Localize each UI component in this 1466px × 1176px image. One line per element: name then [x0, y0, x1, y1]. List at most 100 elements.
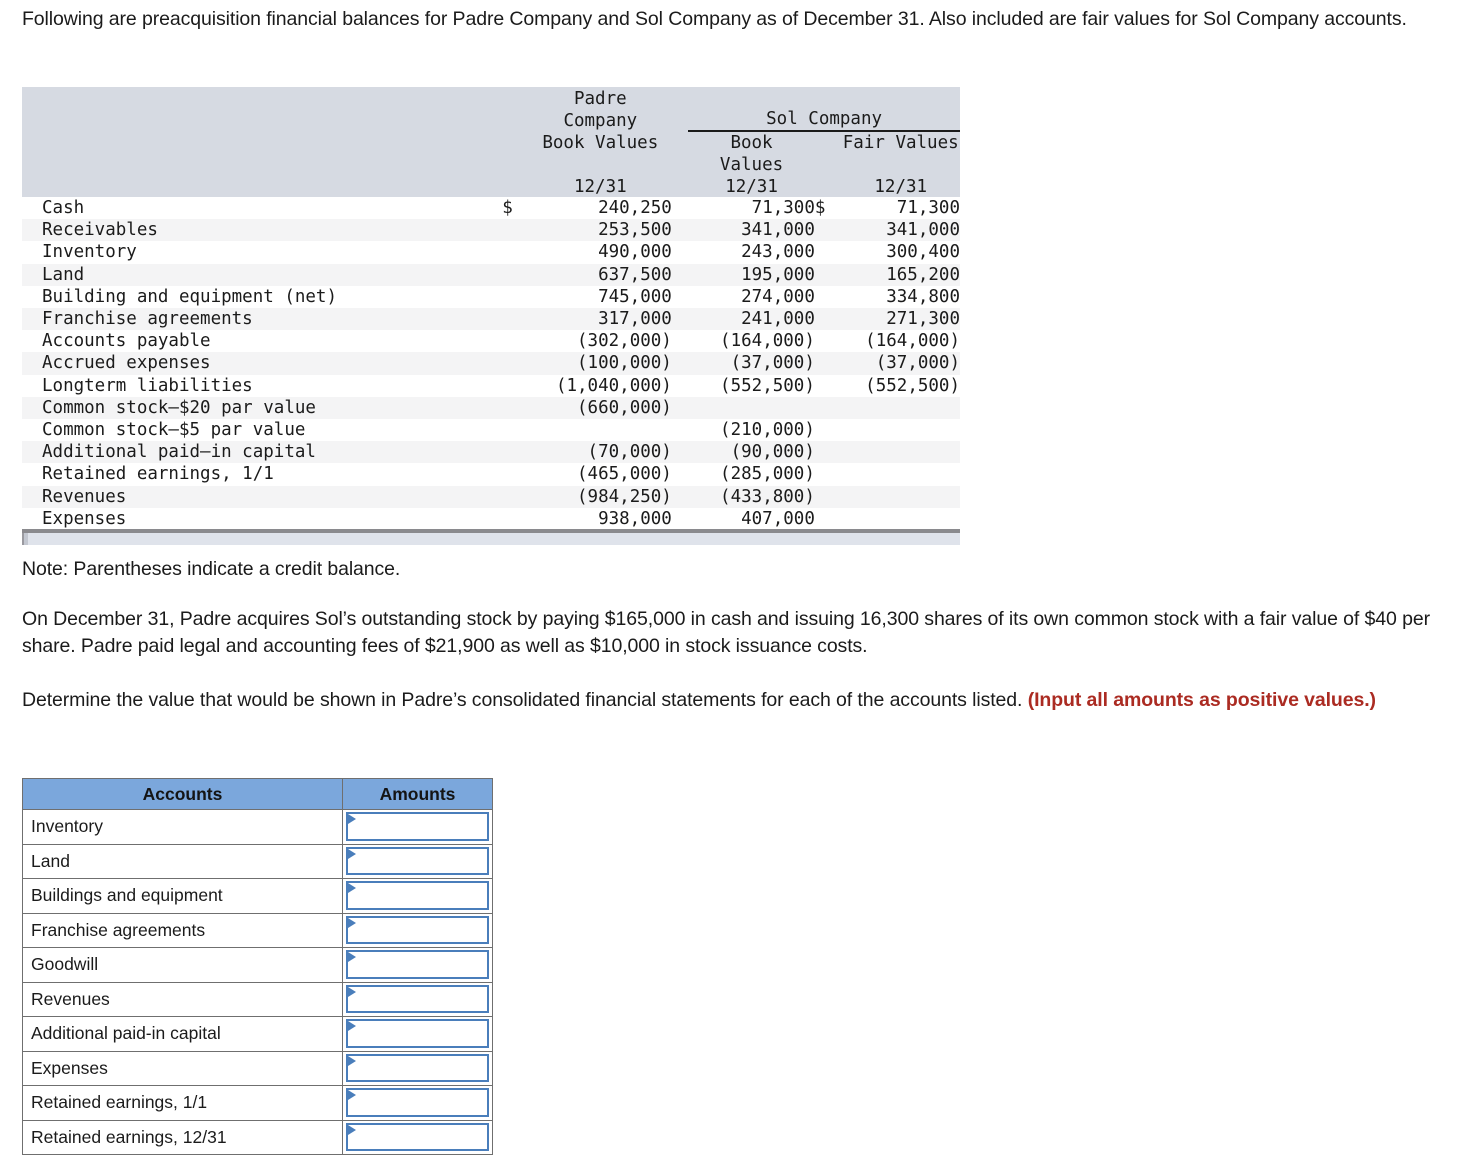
- row-padre-book-value: 637,500: [528, 263, 672, 286]
- row-currency-symbol-padre: [502, 285, 529, 309]
- answer-table-body: Inventory Land Buildings and equipment Fran…: [22, 809, 493, 1155]
- financial-table-row: Land 637,500 195,000 165,200: [22, 263, 960, 286]
- row-currency-symbol-sol: $: [814, 197, 842, 220]
- answer-table-row: Retained earnings, 12/31: [22, 1119, 493, 1155]
- instruction-text: Determine the value that would be shown …: [22, 689, 1028, 711]
- answer-amount-cell[interactable]: [342, 878, 493, 914]
- row-gap: [671, 219, 689, 242]
- row-sol-book-value: 243,000: [688, 241, 815, 264]
- header-blank-cell-4: [22, 153, 503, 175]
- header-blank-sol-2: [841, 87, 960, 109]
- row-padre-book-value: 240,250: [528, 197, 672, 220]
- row-gap: [671, 463, 689, 486]
- row-currency-symbol-sol: [814, 330, 842, 353]
- amount-input[interactable]: [346, 812, 489, 841]
- row-currency-symbol-sol: [814, 419, 842, 442]
- row-sol-book-value: (285,000): [688, 463, 815, 486]
- row-account-label: Revenues: [22, 485, 503, 508]
- instruction-emphasis: (Input all amounts as positive values.): [1027, 689, 1376, 711]
- row-currency-symbol-sol: [814, 485, 842, 508]
- row-padre-book-value: 317,000: [528, 308, 672, 331]
- header-blank-currency-2: [814, 87, 842, 109]
- row-padre-book-value: (984,250): [528, 485, 672, 508]
- row-padre-book-value: 253,500: [528, 219, 672, 242]
- row-account-label: Accrued expenses: [22, 352, 503, 375]
- row-account-label: Additional paid–in capital: [22, 441, 503, 464]
- row-sol-book-value: 195,000: [688, 263, 815, 286]
- amount-input[interactable]: [346, 1122, 489, 1151]
- header-gap-2: [671, 109, 689, 131]
- answer-account-label: Retained earnings, 1/1: [22, 1085, 343, 1121]
- header-gap-5: [671, 175, 689, 197]
- answer-table-row: Land: [22, 843, 493, 879]
- amount-input[interactable]: [346, 1088, 489, 1117]
- amount-input[interactable]: [346, 1019, 489, 1048]
- answer-amount-cell[interactable]: [342, 1085, 493, 1121]
- answer-amount-cell[interactable]: [342, 1119, 493, 1155]
- row-sol-book-value: (164,000): [688, 330, 815, 353]
- header-padre-book-values: Book Values: [528, 131, 672, 153]
- header-padre-line2: Company: [528, 109, 672, 131]
- row-sol-book-value: 71,300: [688, 197, 815, 220]
- amount-input[interactable]: [346, 1053, 489, 1082]
- row-currency-symbol-padre: [502, 263, 529, 286]
- header-blank-currency-3: [502, 109, 529, 131]
- header-blank-currency-5: [814, 131, 842, 153]
- row-padre-book-value: 938,000: [528, 507, 672, 531]
- answer-amount-cell[interactable]: [342, 1016, 493, 1052]
- dropdown-marker-icon: [348, 1021, 356, 1031]
- answer-amount-cell[interactable]: [342, 809, 493, 845]
- answer-amount-cell[interactable]: [342, 947, 493, 983]
- header-date-sol-book: 12/31: [688, 175, 815, 197]
- answer-amount-cell[interactable]: [342, 981, 493, 1017]
- row-padre-book-value: [528, 419, 672, 442]
- row-currency-symbol-sol: [814, 352, 842, 375]
- row-account-label: Land: [22, 263, 503, 286]
- amount-input[interactable]: [346, 984, 489, 1013]
- header-blank-cell-2: [22, 109, 503, 131]
- amount-input[interactable]: [346, 846, 489, 875]
- row-currency-symbol-sol: [814, 507, 842, 531]
- scrollbar-thumb[interactable]: [22, 533, 28, 545]
- row-account-label: Longterm liabilities: [22, 374, 503, 397]
- dropdown-marker-icon: [348, 883, 356, 893]
- header-blank-cell-5: [22, 175, 503, 197]
- row-account-label: Accounts payable: [22, 330, 503, 353]
- header-sol-book-line2: Values: [688, 153, 815, 175]
- answer-table-container: Accounts Amounts Inventory Land Buildings …: [22, 778, 493, 1155]
- amount-input[interactable]: [346, 881, 489, 910]
- row-sol-fair-value: 71,300: [841, 197, 960, 220]
- answer-account-label: Inventory: [22, 809, 343, 845]
- row-gap: [671, 441, 689, 464]
- row-padre-book-value: (1,040,000): [528, 374, 672, 397]
- header-row-company-line1: Padre: [22, 87, 960, 109]
- answer-amount-cell[interactable]: [342, 1050, 493, 1086]
- row-currency-symbol-padre: [502, 330, 529, 353]
- header-row-value-type: Book Values Book Fair Values: [22, 131, 960, 153]
- row-padre-book-value: (660,000): [528, 396, 672, 420]
- row-currency-symbol-sol: [814, 285, 842, 309]
- row-account-label: Building and equipment (net): [22, 285, 503, 309]
- amount-input[interactable]: [346, 915, 489, 944]
- row-sol-book-value: 341,000: [688, 219, 815, 242]
- row-sol-book-value: (37,000): [688, 352, 815, 375]
- row-sol-book-value: (90,000): [688, 441, 815, 464]
- answer-amount-cell[interactable]: [342, 912, 493, 948]
- row-padre-book-value: (465,000): [528, 463, 672, 486]
- header-gap-1: [671, 87, 689, 109]
- header-sol-company: Sol Company: [688, 109, 960, 132]
- row-currency-symbol-padre: [502, 352, 529, 375]
- row-sol-book-value: (552,500): [688, 374, 815, 397]
- row-currency-symbol-sol: [814, 219, 842, 242]
- amount-input[interactable]: [346, 950, 489, 979]
- horizontal-scrollbar[interactable]: [22, 529, 960, 545]
- row-sol-book-value: 407,000: [688, 507, 815, 531]
- answer-amount-cell[interactable]: [342, 843, 493, 879]
- header-blank-sol-fair-2: [841, 153, 960, 175]
- row-account-label: Common stock–$20 par value: [22, 396, 503, 420]
- row-sol-fair-value: (164,000): [841, 330, 960, 353]
- financial-table-row: Revenues (984,250) (433,800): [22, 485, 960, 508]
- answer-account-label: Land: [22, 843, 343, 879]
- row-currency-symbol-padre: [502, 374, 529, 397]
- answer-table-row: Revenues: [22, 981, 493, 1017]
